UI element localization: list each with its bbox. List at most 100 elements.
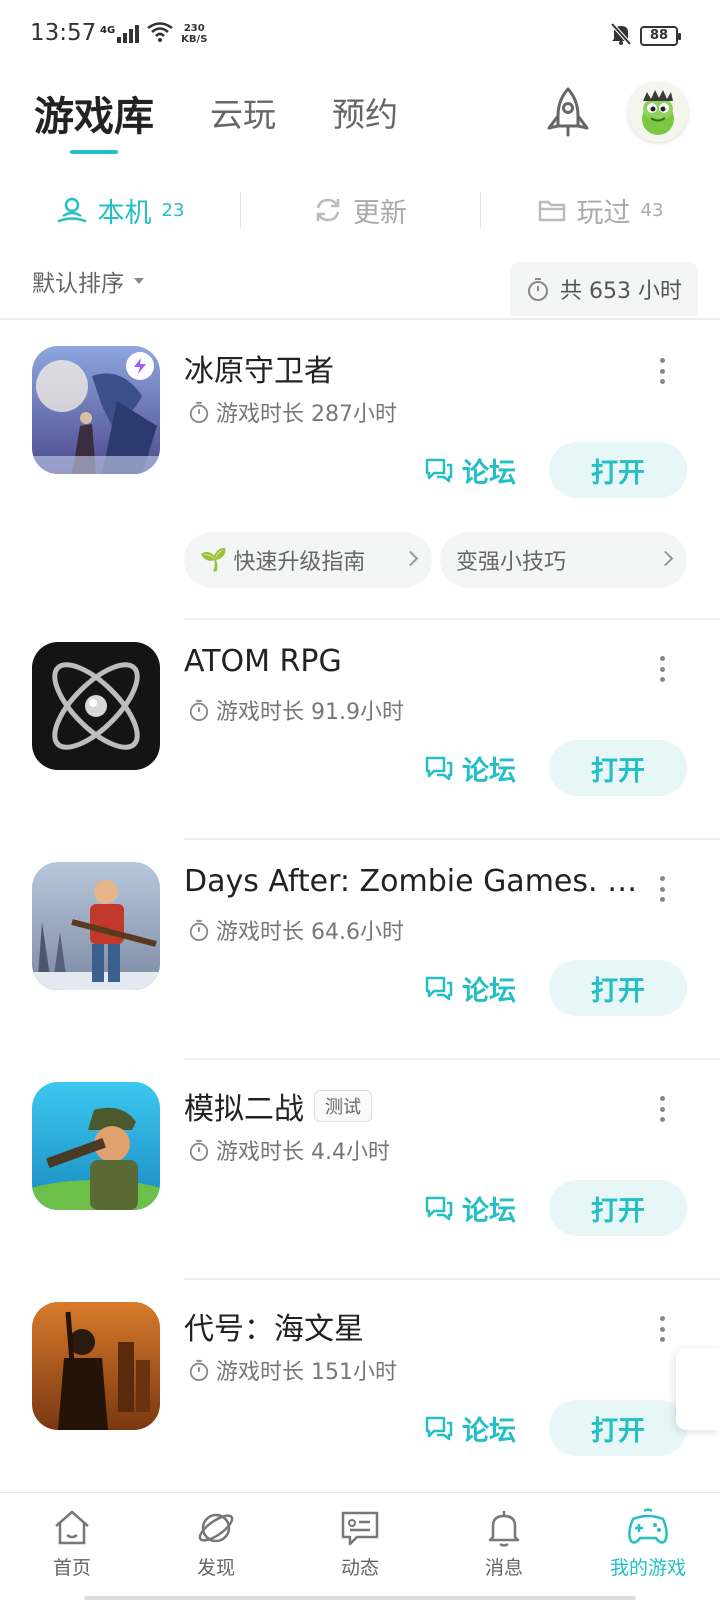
chip-label: 变强小技巧 bbox=[456, 550, 567, 575]
home-indicator[interactable] bbox=[84, 1596, 636, 1600]
open-button[interactable]: 打开 bbox=[549, 1400, 687, 1456]
seedling-emoji: 🌱 bbox=[200, 547, 228, 573]
more-dot bbox=[659, 886, 665, 892]
game-icon-haiwenxing[interactable] bbox=[32, 1302, 160, 1430]
subtab-played-label: 玩过 bbox=[576, 197, 631, 229]
net-speed: 230 KB/S bbox=[181, 23, 207, 45]
subtab-local-count: 23 bbox=[161, 199, 185, 221]
open-button[interactable]: 打开 bbox=[549, 740, 687, 796]
more-button[interactable] bbox=[652, 1092, 672, 1126]
play-time: 游戏时长 91.9小时 bbox=[188, 694, 404, 726]
signal-icon: 4G bbox=[100, 25, 140, 43]
game-icon-atom-rpg[interactable] bbox=[32, 642, 160, 770]
divider bbox=[0, 318, 720, 320]
floating-side-button[interactable] bbox=[676, 1348, 720, 1430]
play-time: 游戏时长 4.4小时 bbox=[188, 1134, 390, 1166]
avatar[interactable] bbox=[628, 82, 688, 142]
avatar-image bbox=[642, 90, 674, 135]
more-dot bbox=[659, 666, 665, 672]
chevron-right-icon bbox=[402, 550, 419, 567]
stopwatch-icon bbox=[189, 919, 209, 941]
tab-game-library[interactable]: 游戏库 bbox=[34, 80, 154, 142]
subtab-local[interactable]: 本机 23 bbox=[0, 180, 240, 240]
play-time: 游戏时长 287小时 bbox=[188, 396, 397, 428]
game-card: 冰原守卫者 游戏时长 287小时 论坛 打开 🌱 快速升级指南 变强小技巧 bbox=[0, 322, 720, 622]
tab-reservation[interactable]: 预约 bbox=[332, 80, 398, 136]
forum-label: 论坛 bbox=[462, 1415, 516, 1447]
game-title[interactable]: 冰原守卫者 bbox=[184, 346, 334, 390]
more-button[interactable] bbox=[652, 354, 672, 388]
open-button[interactable]: 打开 bbox=[549, 1180, 687, 1236]
game-title-text: 冰原守卫者 bbox=[184, 354, 334, 389]
stopwatch-icon bbox=[189, 699, 209, 721]
chip-label: 快速升级指南 bbox=[233, 550, 366, 575]
chat-bubble-icon bbox=[425, 1416, 453, 1441]
forum-button[interactable]: 论坛 bbox=[424, 442, 516, 498]
mute-bell-icon bbox=[610, 22, 632, 50]
gamepad-icon bbox=[628, 1508, 668, 1544]
more-button[interactable] bbox=[652, 1312, 672, 1346]
sub-tabs: 本机 23 更新 玩过 43 bbox=[0, 180, 720, 240]
wifi-icon bbox=[147, 22, 173, 46]
game-list: 冰原守卫者 游戏时长 287小时 论坛 打开 🌱 快速升级指南 变强小技巧 AT… bbox=[0, 322, 720, 1502]
forum-button[interactable]: 论坛 bbox=[424, 740, 516, 796]
home-icon bbox=[55, 1510, 89, 1545]
game-icon-ww2-sim[interactable] bbox=[32, 1082, 160, 1210]
game-title[interactable]: Days After: Zombie Games. Ki... bbox=[184, 864, 640, 899]
more-dot bbox=[659, 876, 665, 881]
forum-label: 论坛 bbox=[462, 975, 516, 1007]
guide-chip[interactable]: 🌱 快速升级指南 bbox=[184, 532, 432, 588]
more-dot bbox=[659, 897, 665, 902]
play-time-text: 游戏时长 4.4小时 bbox=[216, 1140, 390, 1165]
tab-cloud-play[interactable]: 云玩 bbox=[210, 80, 276, 136]
subtab-played[interactable]: 玩过 43 bbox=[480, 180, 720, 240]
nav-messages[interactable]: 消息 bbox=[432, 1493, 576, 1600]
chat-bubble-icon bbox=[425, 1196, 453, 1221]
game-icon-days-after[interactable] bbox=[32, 862, 160, 990]
game-title[interactable]: 代号：海文星 bbox=[184, 1304, 364, 1348]
tips-chip[interactable]: 变强小技巧 bbox=[440, 532, 687, 588]
forum-button[interactable]: 论坛 bbox=[424, 960, 516, 1016]
net-speed-value: 230 bbox=[183, 23, 205, 34]
user-device-icon bbox=[57, 197, 86, 223]
nav-my-games[interactable]: 我的游戏 bbox=[576, 1493, 720, 1600]
game-title[interactable]: ATOM RPG bbox=[184, 644, 342, 679]
forum-button[interactable]: 论坛 bbox=[424, 1400, 516, 1456]
message-card-icon bbox=[341, 1511, 379, 1546]
bell-icon bbox=[488, 1511, 520, 1547]
nav-label: 我的游戏 bbox=[609, 1557, 686, 1579]
bottom-nav: 首页 发现 动态 消息 我的游戏 bbox=[0, 1492, 720, 1600]
more-dot bbox=[659, 677, 665, 682]
game-title[interactable]: 模拟二战 测试 bbox=[184, 1084, 372, 1128]
status-icons: 4G 230 KB/S bbox=[100, 22, 207, 46]
nav-discover[interactable]: 发现 bbox=[144, 1493, 288, 1600]
more-dot bbox=[659, 1326, 665, 1332]
subtab-update[interactable]: 更新 bbox=[240, 180, 480, 240]
nav-feed[interactable]: 动态 bbox=[288, 1493, 432, 1600]
beta-badge: 测试 bbox=[314, 1090, 372, 1122]
forum-button[interactable]: 论坛 bbox=[424, 1180, 516, 1236]
total-play-time: 共 653 小时 bbox=[510, 262, 698, 316]
game-icon-ice-guardian[interactable] bbox=[32, 346, 160, 474]
more-dot bbox=[659, 368, 665, 374]
more-dot bbox=[659, 656, 665, 661]
more-button[interactable] bbox=[652, 872, 672, 906]
nav-label: 首页 bbox=[52, 1557, 91, 1579]
item-divider bbox=[184, 618, 720, 620]
more-dot bbox=[659, 1337, 665, 1342]
stopwatch-icon bbox=[189, 1359, 209, 1381]
battery-indicator: 88 bbox=[640, 26, 681, 46]
more-button[interactable] bbox=[652, 652, 672, 686]
nav-home[interactable]: 首页 bbox=[0, 1493, 144, 1600]
sort-dropdown[interactable]: 默认排序 bbox=[32, 264, 144, 298]
forum-label: 论坛 bbox=[462, 755, 516, 787]
total-time-text: 共 653 小时 bbox=[560, 279, 682, 304]
open-button[interactable]: 打开 bbox=[549, 442, 687, 498]
refresh-icon bbox=[316, 198, 340, 222]
rocket-icon bbox=[547, 87, 589, 137]
open-button[interactable]: 打开 bbox=[549, 960, 687, 1016]
play-time: 游戏时长 64.6小时 bbox=[188, 914, 404, 946]
game-title-text: 代号：海文星 bbox=[184, 1312, 364, 1347]
play-time-text: 游戏时长 64.6小时 bbox=[216, 920, 404, 945]
rocket-button[interactable] bbox=[540, 84, 596, 140]
